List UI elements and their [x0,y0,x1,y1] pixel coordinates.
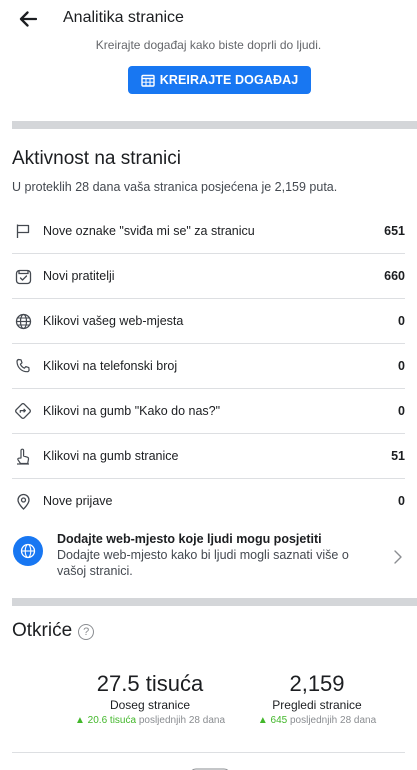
add-website-description: Dodajte web-mjesto kako bi ljudi mogli s… [57,548,349,578]
metric-value: 51 [391,449,405,463]
trend-value: 645 [270,715,288,726]
activity-section-subtitle: U proteklih 28 dana vaša stranica posjeć… [12,180,338,194]
trend-period: posljednjih 28 dana [138,715,226,726]
metric-value: 0 [398,404,405,418]
calendar-icon [141,74,155,87]
flag-icon [13,221,33,241]
stat-page-views[interactable]: 2,159 Pregledi stranice ▲ 645 posljednji… [222,671,412,726]
stat-trend: ▲ 20.6 tisuća posljednjih 28 dana [55,715,245,726]
discovery-section-header: Otkriće ? [12,620,95,642]
metric-label: Klikovi na gumb stranice [43,449,179,463]
create-event-button-label: KREIRAJTE DOGAĐAJ [159,73,299,87]
divider [12,752,405,753]
follow-box-icon [13,266,33,286]
metric-row-directions-clicks[interactable]: Klikovi na gumb "Kako do nas?" 0 [12,389,405,434]
stat-value: 2,159 [289,671,345,696]
tap-finger-icon [13,446,33,466]
metric-value: 0 [398,494,405,508]
section-divider [12,121,417,129]
metric-label: Klikovi na telefonski broj [43,359,178,373]
metric-row-page-button-clicks[interactable]: Klikovi na gumb stranice 51 [12,434,405,479]
metric-label: Klikovi na gumb "Kako do nas?" [43,404,221,418]
metric-value: 0 [398,359,405,373]
directions-icon [13,401,33,421]
stat-label: Pregledi stranice [272,698,362,712]
metric-label: Novi pratitelji [43,269,115,283]
globe-icon [13,536,43,566]
app-header: Analitika stranice [0,0,417,38]
stat-page-reach[interactable]: 27.5 tisuća Doseg stranice ▲ 20.6 tisuća… [55,671,245,726]
back-button[interactable] [14,5,42,33]
metric-value: 660 [384,269,405,283]
trend-value: 20.6 tisuća [87,715,137,726]
location-pin-icon [13,491,33,511]
stat-label: Doseg stranice [109,698,191,712]
arrow-left-icon [19,11,37,27]
trend-period: posljednjih 28 dana [289,715,377,726]
metric-value: 651 [384,224,405,238]
next-section-peek [120,762,300,770]
section-divider [12,598,417,606]
add-website-card[interactable]: Dodajte web-mjesto koje ljudi mogu posje… [12,531,405,589]
chevron-right-icon [391,548,405,566]
trend-up-icon: ▲ [74,715,85,726]
metric-row-website-clicks[interactable]: Klikovi vašeg web-mjesta 0 [12,299,405,344]
create-event-button[interactable]: KREIRAJTE DOGAĐAJ [128,66,311,94]
add-website-title: Dodajte web-mjesto koje ljudi mogu posje… [57,532,322,546]
question-circle-icon[interactable]: ? [78,624,95,640]
metric-row-page-likes[interactable]: Nove oznake "sviđa mi se" za stranicu 65… [12,209,405,254]
page-title: Analitika stranice [63,9,184,26]
metric-row-phone-clicks[interactable]: Klikovi na telefonski broj 0 [12,344,405,389]
metric-value: 0 [398,314,405,328]
stat-trend: ▲ 645 posljednjih 28 dana [222,715,412,726]
globe-icon [13,311,33,331]
phone-icon [13,356,33,376]
activity-section-title: Aktivnost na stranici [12,148,181,169]
stat-value: 27.5 tisuća [96,671,204,696]
add-website-text: Dodajte web-mjesto koje ljudi mogu posje… [57,531,362,589]
metric-label: Nove oznake "sviđa mi se" za stranicu [43,224,255,238]
metric-label: Klikovi vašeg web-mjesta [43,314,184,328]
metric-row-new-followers[interactable]: Novi pratitelji 660 [12,254,405,299]
activity-metrics-list: Nove oznake "sviđa mi se" za stranicu 65… [12,209,405,523]
metric-label: Nove prijave [43,494,113,508]
metric-row-check-ins[interactable]: Nove prijave 0 [12,479,405,523]
discovery-section-title: Otkriće [12,620,73,641]
event-promo-text: Kreirajte događaj kako biste doprli do l… [95,38,322,52]
trend-up-icon: ▲ [257,715,268,726]
